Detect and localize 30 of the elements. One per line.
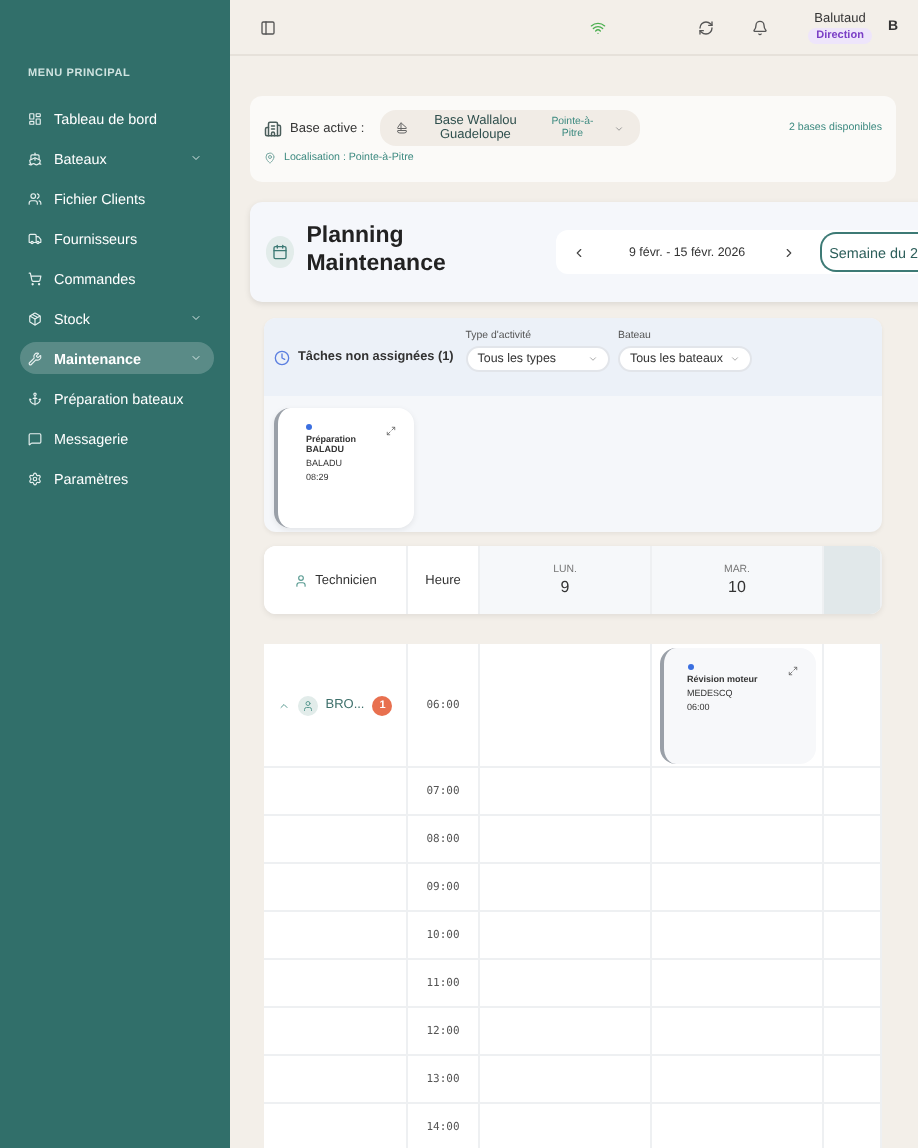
building-icon: [264, 119, 282, 137]
pin-icon: [264, 152, 276, 164]
clock-icon: [274, 349, 290, 365]
menu-icon: [28, 191, 42, 205]
menu-icon: [28, 391, 42, 405]
next-button[interactable]: [781, 245, 796, 259]
user-icon: [297, 695, 318, 715]
menu-icon: [28, 431, 42, 445]
chevron-icon: [730, 354, 741, 364]
menu-icon: [28, 311, 42, 325]
expand-icon: [386, 426, 396, 436]
refresh-icon[interactable]: [698, 19, 715, 35]
menu-icon: [28, 471, 42, 485]
header-cell: [824, 546, 882, 614]
boat-icon: [396, 122, 409, 134]
chevron-icon: [614, 123, 625, 133]
page-title: Planning Maintenance: [306, 224, 448, 280]
previous-button[interactable]: [571, 245, 585, 259]
expand-icon: [787, 666, 797, 676]
menu-icon: [28, 111, 42, 125]
sidebar-toggle-icon[interactable]: [260, 19, 276, 35]
menu-icon: [28, 231, 42, 245]
user-icon: [293, 573, 308, 587]
wifi-icon: [590, 19, 607, 35]
bell-icon[interactable]: [752, 19, 769, 35]
calendar-icon: [266, 236, 295, 268]
menu-icon: [28, 151, 42, 165]
chevron-icon: [588, 354, 598, 364]
menu-icon: [28, 271, 42, 285]
menu-icon: [28, 351, 42, 365]
